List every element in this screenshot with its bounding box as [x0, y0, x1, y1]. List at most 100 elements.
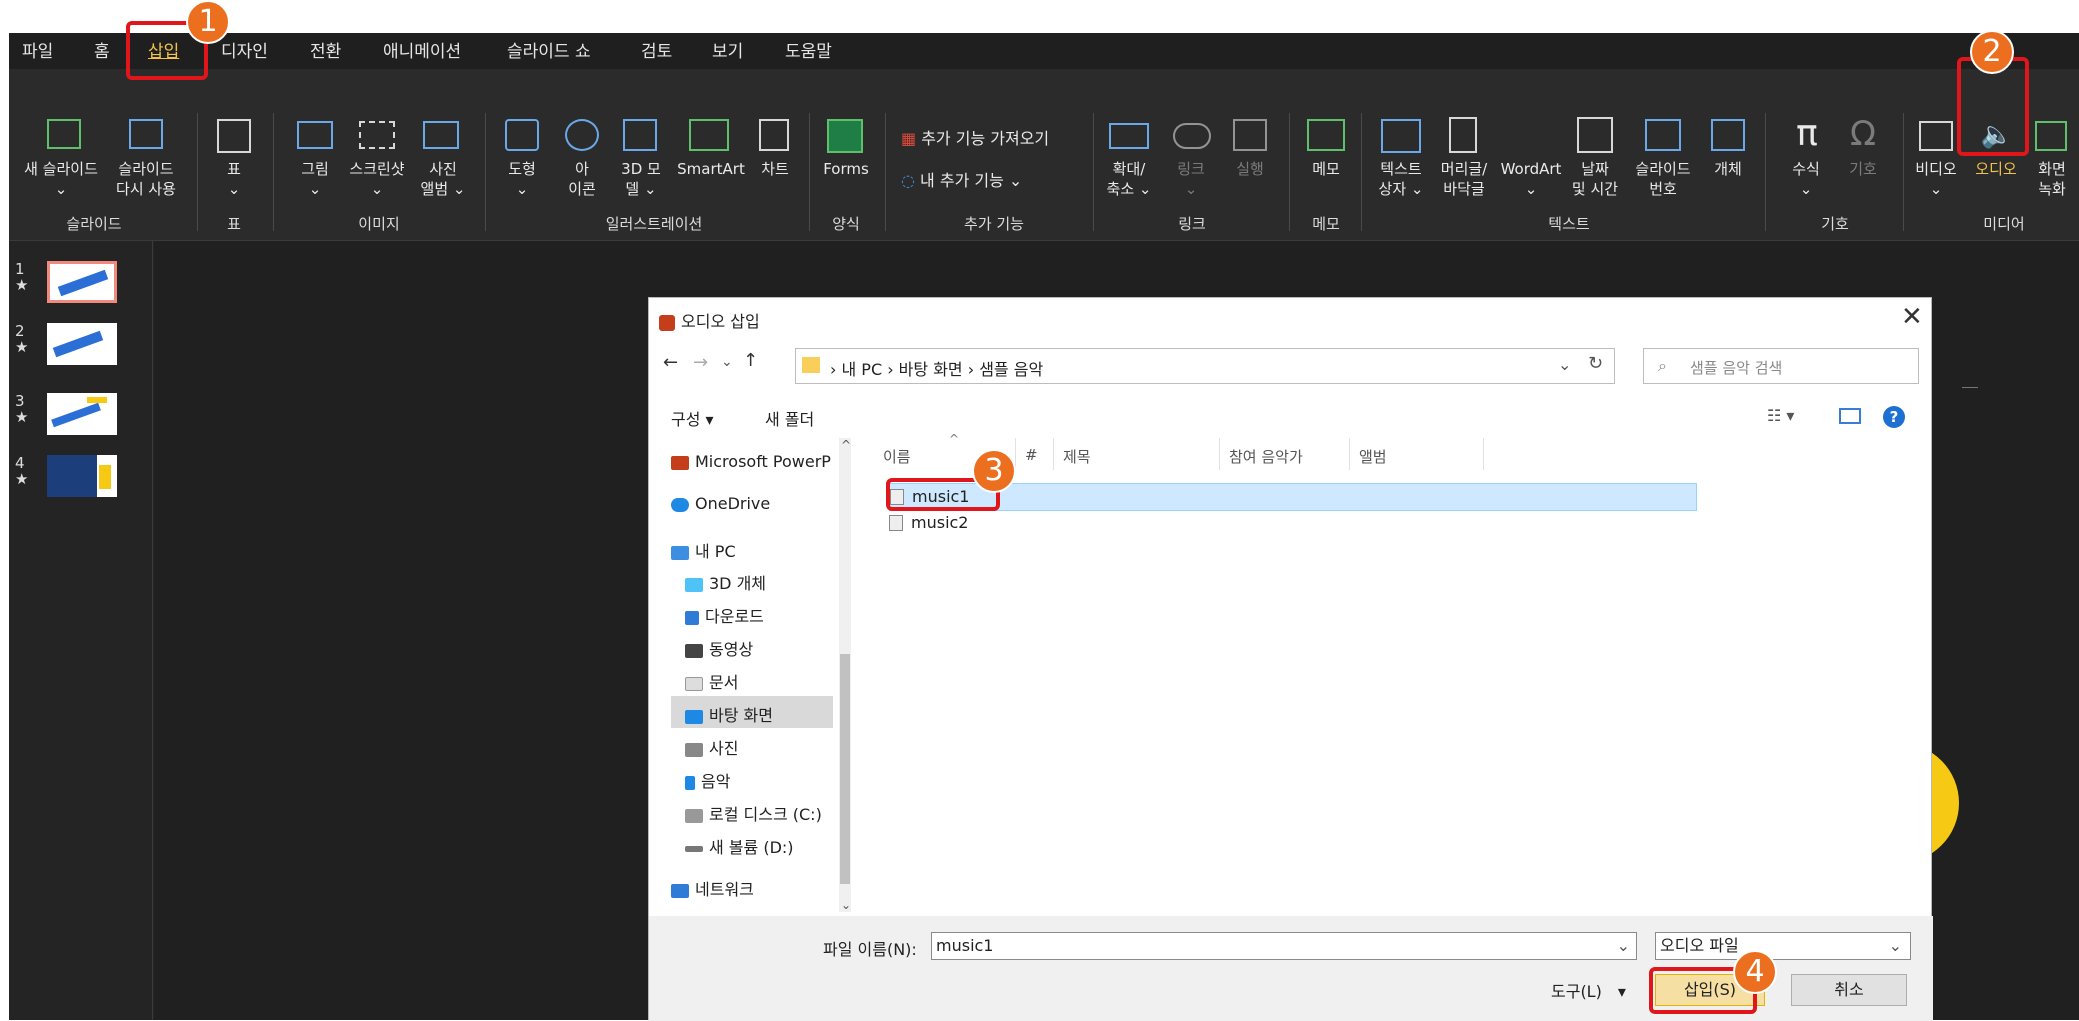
column-number[interactable]: # [1025, 446, 1038, 464]
recent-dropdown-icon[interactable]: ⌄ [721, 354, 733, 370]
slide-thumbnail-2[interactable] [47, 323, 117, 365]
help-icon[interactable]: ? [1883, 406, 1905, 428]
filename-label: 파일 이름(N): [823, 940, 917, 959]
photo-album-button[interactable]: 사진 앨범 ⌄ [413, 159, 473, 199]
wordart-button[interactable]: WordArt ⌄ [1497, 159, 1565, 199]
scroll-up-icon[interactable]: ^ [841, 438, 851, 452]
3d-models-button[interactable]: 3D 모 델 ⌄ [613, 159, 669, 199]
audio-button[interactable]: 오디오 [1969, 159, 2023, 179]
comment-button[interactable]: 메모 [1301, 159, 1351, 179]
get-addins-button[interactable]: ▦ 추가 기능 가져오기 [901, 125, 1049, 149]
tree-item-onedrive[interactable]: OneDrive [671, 494, 770, 520]
new-slide-button[interactable]: 새 슬라이드 ⌄ [11, 159, 111, 199]
powerpoint-icon [659, 314, 675, 331]
filename-dropdown-icon[interactable]: ⌄ [1617, 933, 1630, 959]
omega-icon: Ω [1850, 114, 1876, 154]
table-button[interactable]: 표 ⌄ [209, 159, 259, 199]
column-artist[interactable]: 참여 음악가 [1229, 446, 1303, 467]
shapes-button[interactable]: 도형 ⌄ [499, 159, 545, 199]
filetype-select[interactable]: 오디오 파일 ⌄ [1655, 932, 1911, 960]
new-folder-button[interactable]: 새 폴더 [765, 406, 814, 430]
grid-icon: ▦ [901, 129, 922, 148]
tree-item-new-volume[interactable]: 새 볼륨 (D:) [685, 834, 794, 860]
tab-review[interactable]: 검토 [641, 39, 672, 65]
video-button[interactable]: 비디오 ⌄ [1909, 159, 1963, 199]
cancel-button[interactable]: 취소 [1791, 974, 1907, 1006]
filename-input[interactable]: music1 ⌄ [931, 932, 1637, 960]
column-album[interactable]: 앨범 [1359, 446, 1387, 467]
tree-scrollbar-thumb[interactable] [840, 654, 850, 884]
slide-thumbnail-3[interactable] [47, 393, 117, 435]
action-button[interactable]: 실행 [1225, 159, 1275, 179]
screen-recording-button[interactable]: 화면 녹화 [2027, 159, 2077, 199]
group-text: 텍스트 [1548, 215, 1590, 233]
icons-button[interactable]: 아 이콘 [559, 159, 605, 199]
tab-slideshow[interactable]: 슬라이드 쇼 [507, 39, 591, 65]
action-icon [1233, 119, 1267, 151]
header-footer-button[interactable]: 머리글/ 바닥글 [1433, 159, 1495, 199]
tools-button[interactable]: 도구(L) ▾ [1551, 978, 1626, 1002]
view-options-icon[interactable]: ☷ ▾ [1767, 406, 1794, 425]
zoom-button[interactable]: 확대/ 축소 ⌄ [1101, 159, 1157, 199]
tree-item-videos[interactable]: 동영상 [685, 636, 753, 662]
link-button[interactable]: 링크 ⌄ [1165, 159, 1217, 199]
slide-number: 4 ★ [15, 454, 29, 488]
tree-item-this-pc[interactable]: 내 PC [671, 538, 736, 564]
tab-help[interactable]: 도움말 [785, 39, 832, 65]
slide-thumbnail-4[interactable] [47, 455, 117, 497]
audio-file-icon [889, 515, 903, 531]
group-links: 링크 [1178, 215, 1206, 233]
equation-button[interactable]: 수식 ⌄ [1781, 159, 1831, 199]
datetime-button[interactable]: 날짜 및 시간 [1567, 159, 1623, 199]
smartart-button[interactable]: SmartArt [671, 159, 751, 179]
slide-number-button[interactable]: 슬라이드 번호 [1625, 159, 1701, 199]
column-name[interactable]: 이름 [883, 446, 911, 467]
new-slide-icon [47, 119, 81, 149]
shapes-icon [505, 119, 539, 151]
tree-item-3d-objects[interactable]: 3D 개체 [685, 570, 766, 596]
close-icon[interactable]: ✕ [1901, 302, 1923, 332]
tree-item-pictures[interactable]: 사진 [685, 735, 738, 761]
screenshot-button[interactable]: 스크린샷 ⌄ [345, 159, 409, 199]
my-addins-button[interactable]: ◌ 내 추가 기능 ⌄ [901, 167, 1022, 191]
column-title[interactable]: 제목 [1063, 446, 1091, 467]
refresh-icon[interactable]: ↻ [1588, 353, 1603, 374]
tree-item-local-disk[interactable]: 로컬 디스크 (C:) [685, 801, 822, 827]
search-input[interactable]: ⌕ 샘플 음악 검색 [1643, 348, 1919, 384]
reuse-slide-button[interactable]: 슬라이드 다시 사용 [111, 159, 181, 199]
textbox-button[interactable]: 텍스트 상자 ⌄ [1371, 159, 1431, 199]
tab-view[interactable]: 보기 [712, 39, 743, 65]
address-dropdown-icon[interactable]: ⌄ [1558, 355, 1571, 374]
tab-home[interactable]: 홈 [94, 39, 110, 65]
tree-item-desktop[interactable]: 바탕 화면 [671, 696, 833, 728]
tree-item-powerpoint[interactable]: Microsoft PowerP [671, 452, 831, 478]
organize-button[interactable]: 구성 ▾ [671, 406, 714, 430]
tree-item-music[interactable]: 음악 [685, 768, 730, 794]
filetype-dropdown-icon[interactable]: ⌄ [1889, 933, 1902, 959]
slide-number-icon [1645, 119, 1681, 151]
tab-file[interactable]: 파일 [22, 39, 53, 65]
up-icon[interactable]: ↑ [743, 350, 758, 371]
tree-item-documents[interactable]: 문서 [685, 669, 738, 695]
ribbon-tabs: 파일 홈 삽입 디자인 전환 애니메이션 슬라이드 쇼 검토 보기 도움말 [9, 33, 2079, 69]
address-bar[interactable]: › 내 PC › 바탕 화면 › 샘플 음악 ⌄ ↻ [795, 348, 1615, 384]
slide-thumbnail-pane: 1 ★ 2 ★ 3 ★ 4 ★ [9, 241, 153, 1020]
symbol-button[interactable]: 기호 [1839, 159, 1887, 179]
tree-item-network[interactable]: 네트워크 [671, 876, 754, 902]
chart-button[interactable]: 차트 [753, 159, 797, 179]
tree-item-downloads[interactable]: 다운로드 [685, 603, 764, 629]
step-badge-1: 1 [186, 0, 230, 44]
slide-thumbnail-1[interactable] [47, 261, 117, 303]
picture-button[interactable]: 그림 ⌄ [289, 159, 341, 199]
tab-animations[interactable]: 애니메이션 [383, 39, 461, 65]
forms-button[interactable]: Forms [819, 159, 873, 179]
dialog-title: 오디오 삽입 [659, 308, 760, 332]
back-icon[interactable]: ← [663, 352, 678, 373]
object-button[interactable]: 개체 [1705, 159, 1751, 179]
tab-design[interactable]: 디자인 [221, 39, 268, 65]
file-row-music1[interactable]: music1 [889, 483, 1697, 511]
tab-transitions[interactable]: 전환 [310, 39, 341, 65]
forward-icon[interactable]: → [693, 352, 708, 373]
preview-pane-icon[interactable] [1839, 408, 1861, 424]
scroll-down-icon[interactable]: ⌄ [841, 898, 851, 912]
